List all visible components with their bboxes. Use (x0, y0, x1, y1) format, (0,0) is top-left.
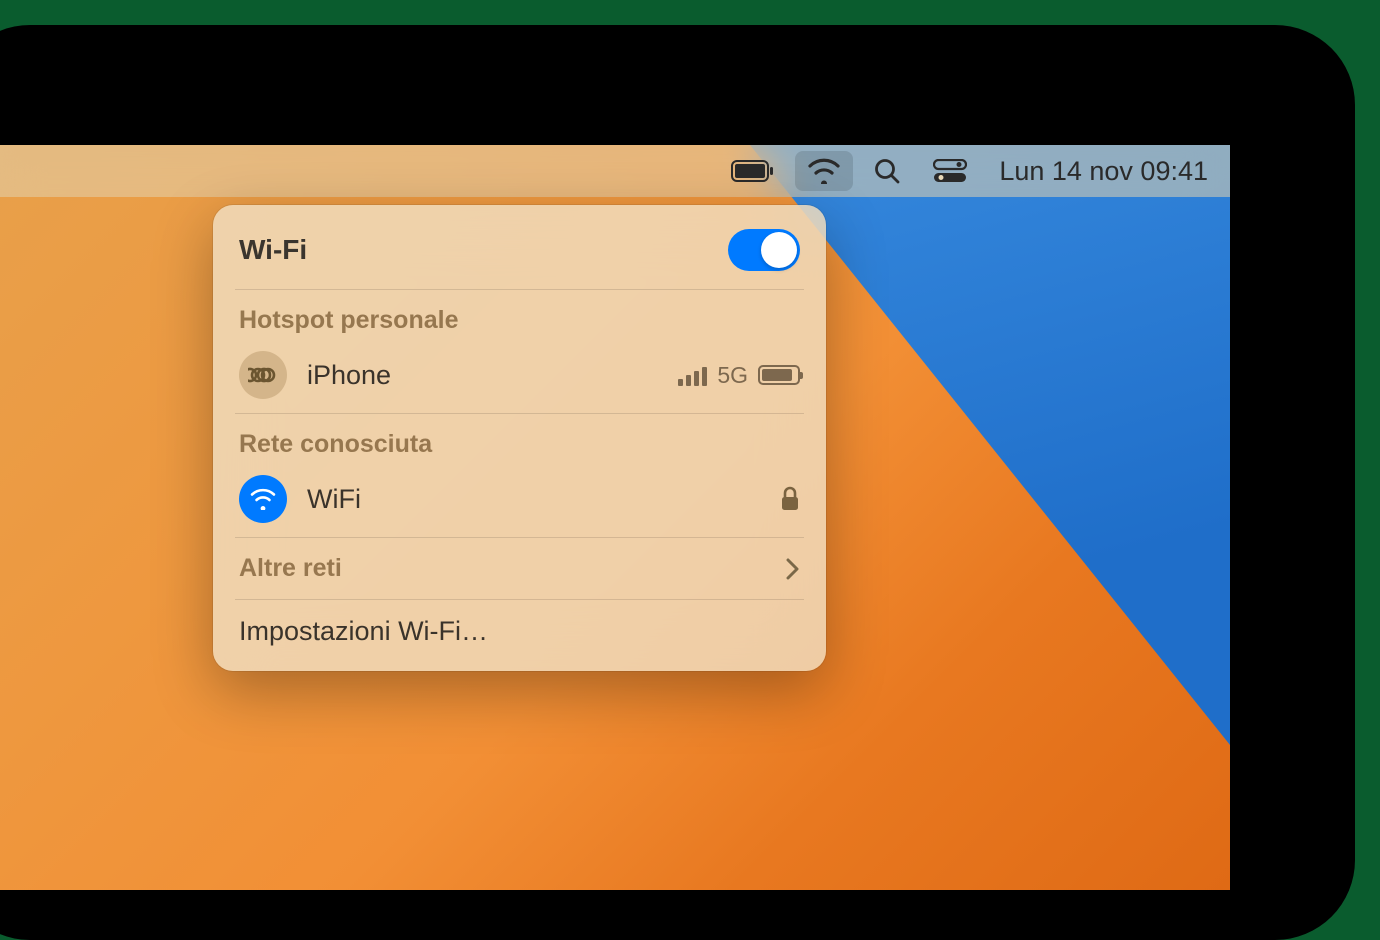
menu-bar-clock[interactable]: Lun 14 nov 09:41 (987, 156, 1212, 187)
other-networks-label: Altre reti (239, 554, 342, 583)
control-center-icon[interactable] (921, 145, 979, 197)
wifi-settings-row[interactable]: Impostazioni Wi-Fi… (213, 600, 826, 665)
battery-menu-icon[interactable] (719, 145, 787, 197)
network-type-label: 5G (717, 362, 748, 389)
known-network-name: WiFi (307, 484, 760, 515)
known-network-heading: Rete conosciuta (213, 414, 826, 467)
hotspot-iphone-row[interactable]: iPhone 5G (213, 343, 826, 413)
hotspot-indicators: 5G (678, 362, 800, 389)
hotspot-device-name: iPhone (307, 360, 658, 391)
spotlight-search-icon[interactable] (861, 145, 913, 197)
lock-icon (780, 486, 800, 512)
other-networks-row[interactable]: Altre reti (213, 538, 826, 599)
wifi-menu-icon[interactable] (795, 151, 853, 191)
cellular-signal-icon (678, 364, 707, 386)
desktop-screen: Lun 14 nov 09:41 Wi-Fi Hotspot personale… (0, 145, 1230, 890)
wifi-header-row: Wi-Fi (213, 211, 826, 289)
wifi-toggle[interactable] (728, 229, 800, 271)
wifi-icon (239, 475, 287, 523)
wifi-dropdown-panel: Wi-Fi Hotspot personale iPhone (213, 205, 826, 671)
wifi-settings-label: Impostazioni Wi-Fi… (239, 616, 488, 646)
toggle-knob (761, 232, 797, 268)
menu-bar: Lun 14 nov 09:41 (0, 145, 1230, 197)
chevron-right-icon (786, 557, 800, 581)
known-network-row[interactable]: WiFi (213, 467, 826, 537)
link-icon (239, 351, 287, 399)
hotspot-section-heading: Hotspot personale (213, 290, 826, 343)
device-battery-icon (758, 365, 800, 385)
wifi-title: Wi-Fi (239, 234, 728, 266)
